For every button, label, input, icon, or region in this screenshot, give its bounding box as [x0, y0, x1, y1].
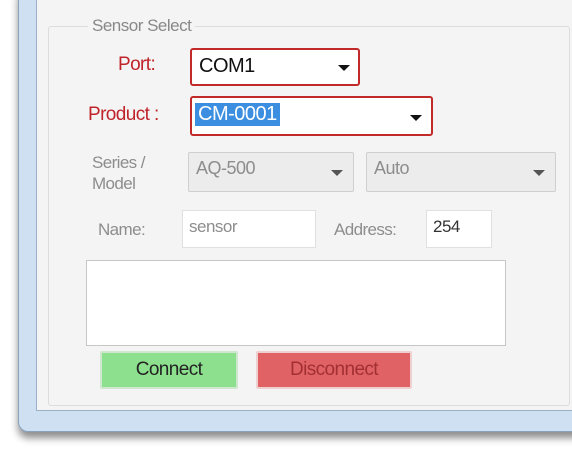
name-field[interactable]: sensor	[182, 210, 316, 248]
groupbox-title: Sensor Select	[88, 16, 196, 36]
model-dropdown[interactable]: AQ-500	[188, 152, 354, 192]
series-model-label: Series / Model	[92, 152, 145, 194]
connect-button[interactable]: Connect	[100, 351, 238, 389]
name-label: Name:	[98, 220, 146, 239]
address-value: 254	[433, 217, 460, 236]
chevron-down-icon[interactable]	[533, 170, 545, 176]
product-dropdown[interactable]: CM-0001	[190, 96, 433, 136]
name-value: sensor	[189, 217, 238, 236]
address-label: Address:	[334, 220, 397, 239]
chevron-down-icon[interactable]	[331, 170, 343, 176]
output-textarea[interactable]	[86, 260, 506, 346]
series-label-line2: Model	[92, 174, 136, 193]
series-label-line1: Series /	[92, 153, 145, 172]
product-label: Product :	[88, 104, 159, 125]
port-dropdown[interactable]: COM1	[190, 48, 360, 86]
chevron-down-icon[interactable]	[338, 65, 350, 71]
port-label: Port:	[118, 54, 156, 75]
mode-dropdown[interactable]: Auto	[366, 152, 556, 192]
port-value: COM1	[199, 55, 255, 77]
mode-value: Auto	[374, 158, 410, 178]
chevron-down-icon[interactable]	[410, 115, 422, 121]
disconnect-button[interactable]: Disconnect	[256, 351, 412, 389]
product-value[interactable]: CM-0001	[195, 103, 280, 126]
address-field[interactable]: 254	[426, 210, 492, 248]
model-value: AQ-500	[196, 158, 256, 178]
